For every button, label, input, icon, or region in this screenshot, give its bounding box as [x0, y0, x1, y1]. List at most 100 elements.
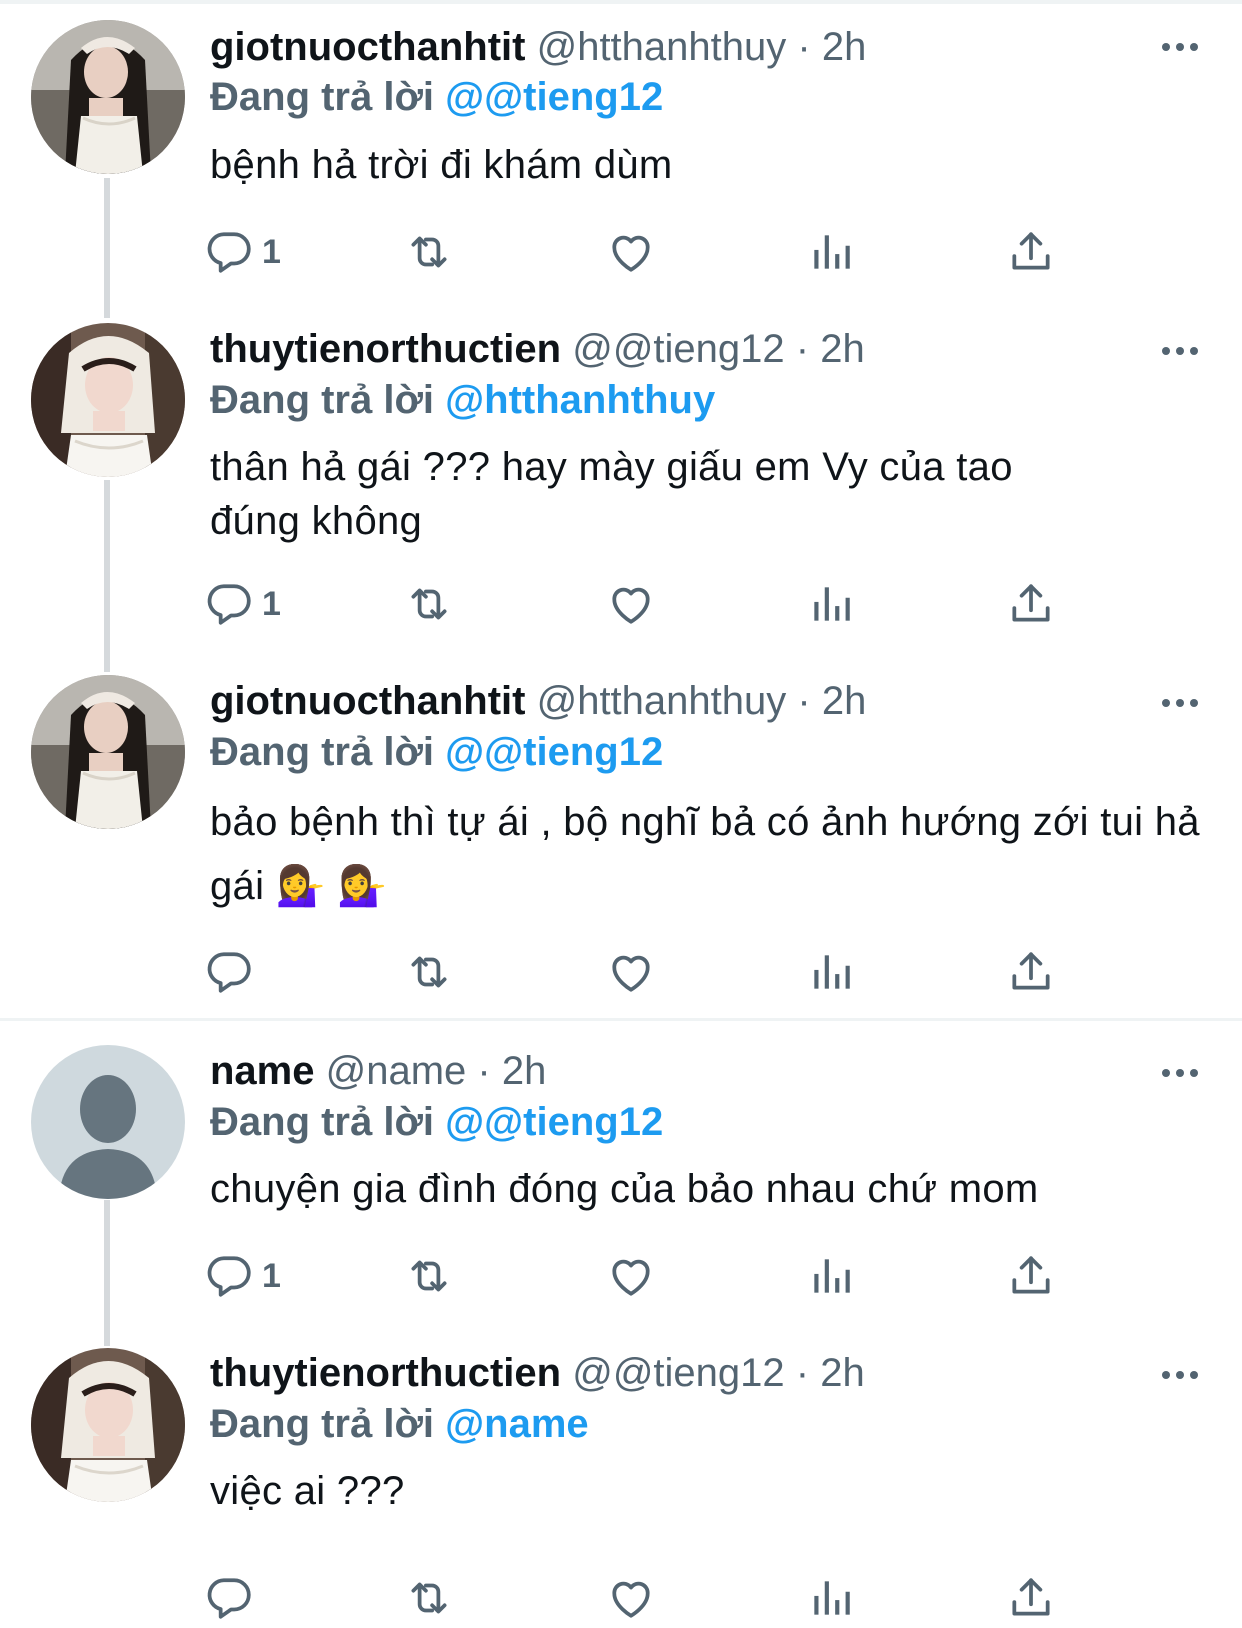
avatar[interactable] [31, 1348, 185, 1502]
avatar[interactable] [31, 20, 185, 174]
retweet-button[interactable] [404, 574, 454, 634]
replying-to: Đang trả lời @htthanhthuy [210, 375, 715, 425]
retweet-icon [404, 1573, 454, 1623]
tweet-header: thuytienorthuctien @@tieng12 · 2h [210, 1348, 865, 1398]
tweet-text: chuyện gia đình đóng của bảo nhau chứ mo… [210, 1167, 1039, 1211]
separator: · [795, 327, 810, 371]
separator: · [797, 25, 811, 69]
views-icon [806, 1573, 856, 1623]
thread-line [104, 1200, 110, 1346]
replying-target-link[interactable]: @name [445, 1402, 589, 1446]
avatar[interactable] [31, 1045, 185, 1199]
like-button[interactable] [606, 1246, 656, 1306]
reply-count: 1 [262, 232, 281, 271]
share-button[interactable] [1006, 574, 1056, 634]
views-icon [806, 579, 856, 629]
timestamp[interactable]: 2h [820, 1351, 865, 1395]
display-name[interactable]: thuytienorthuctien [210, 327, 561, 371]
conversation-divider [0, 1018, 1242, 1021]
reply-icon [204, 227, 254, 277]
more-icon[interactable] [1160, 340, 1200, 360]
share-button[interactable] [1006, 222, 1056, 282]
like-button[interactable] [606, 942, 656, 1002]
replying-target-link[interactable]: @htthanhthuy [445, 378, 715, 422]
tweet-text: bảo bệnh thì tự ái , bộ nghĩ bả có ảnh h… [210, 800, 1200, 908]
reply-button[interactable]: 1 [204, 1246, 281, 1306]
replying-target-link[interactable]: @@tieng12 [445, 75, 663, 119]
like-button[interactable] [606, 1568, 656, 1628]
heart-icon [606, 579, 656, 629]
replying-label: Đang trả lời [210, 730, 435, 774]
views-icon [806, 227, 856, 277]
retweet-button[interactable] [404, 222, 454, 282]
share-button[interactable] [1006, 1568, 1056, 1628]
replying-label: Đang trả lời [210, 1100, 435, 1144]
views-button[interactable] [806, 1568, 856, 1628]
reply-button[interactable]: 1 [204, 222, 281, 282]
tweet-text: bệnh hả trời đi khám dùm [210, 143, 673, 187]
separator: · [797, 679, 811, 723]
heart-icon [606, 947, 656, 997]
tweet-actions: 1 [210, 1246, 1110, 1306]
retweet-icon [404, 579, 454, 629]
display-name[interactable]: giotnuocthanhtit [210, 679, 525, 723]
timestamp[interactable]: 2h [822, 679, 867, 723]
heart-icon [606, 227, 656, 277]
replying-target-link[interactable]: @@tieng12 [445, 730, 663, 774]
replying-to: Đang trả lời @name [210, 1399, 589, 1449]
reply-button[interactable]: 1 [204, 574, 281, 634]
timestamp[interactable]: 2h [822, 25, 867, 69]
display-name[interactable]: thuytienorthuctien [210, 1351, 561, 1395]
separator: · [477, 1049, 491, 1093]
thread-line [104, 178, 110, 318]
reply-icon [204, 1573, 254, 1623]
retweet-icon [404, 947, 454, 997]
more-icon[interactable] [1160, 692, 1200, 712]
retweet-icon [404, 1251, 454, 1301]
views-button[interactable] [806, 942, 856, 1002]
tweet-header: thuytienorthuctien @@tieng12 · 2h [210, 324, 865, 374]
more-icon[interactable] [1160, 1062, 1200, 1082]
views-icon [806, 947, 856, 997]
separator: · [795, 1351, 810, 1395]
display-name[interactable]: giotnuocthanhtit [210, 25, 525, 69]
share-icon [1006, 947, 1056, 997]
tweet-actions: 1 [210, 222, 1110, 282]
share-button[interactable] [1006, 1246, 1056, 1306]
tweet-text: thân hả gái ??? hay mày giấu em Vy của t… [210, 445, 1013, 543]
user-handle[interactable]: @htthanhthuy [537, 679, 787, 723]
reply-count: 1 [262, 1256, 281, 1295]
share-button[interactable] [1006, 942, 1056, 1002]
tweet-header: name @name · 2h [210, 1046, 546, 1096]
like-button[interactable] [606, 574, 656, 634]
reply-button[interactable] [204, 1568, 262, 1628]
heart-icon [606, 1573, 656, 1623]
retweet-button[interactable] [404, 1246, 454, 1306]
retweet-button[interactable] [404, 942, 454, 1002]
display-name[interactable]: name [210, 1049, 315, 1093]
user-handle[interactable]: @name [326, 1049, 467, 1093]
reply-icon [204, 1251, 254, 1301]
timestamp[interactable]: 2h [502, 1049, 547, 1093]
avatar[interactable] [31, 323, 185, 477]
like-button[interactable] [606, 222, 656, 282]
reply-button[interactable] [204, 942, 262, 1002]
tweet-actions [210, 1568, 1110, 1628]
retweet-icon [404, 227, 454, 277]
replying-to: Đang trả lời @@tieng12 [210, 727, 663, 777]
views-button[interactable] [806, 574, 856, 634]
replying-target-link[interactable]: @@tieng12 [445, 1100, 663, 1144]
share-icon [1006, 227, 1056, 277]
avatar[interactable] [31, 675, 185, 829]
views-button[interactable] [806, 1246, 856, 1306]
retweet-button[interactable] [404, 1568, 454, 1628]
more-icon[interactable] [1160, 36, 1200, 56]
user-handle[interactable]: @@tieng12 [572, 327, 784, 371]
timestamp[interactable]: 2h [820, 327, 865, 371]
views-button[interactable] [806, 222, 856, 282]
more-icon[interactable] [1160, 1364, 1200, 1384]
share-icon [1006, 1573, 1056, 1623]
user-handle[interactable]: @@tieng12 [572, 1351, 784, 1395]
share-icon [1006, 1251, 1056, 1301]
user-handle[interactable]: @htthanhthuy [537, 25, 787, 69]
